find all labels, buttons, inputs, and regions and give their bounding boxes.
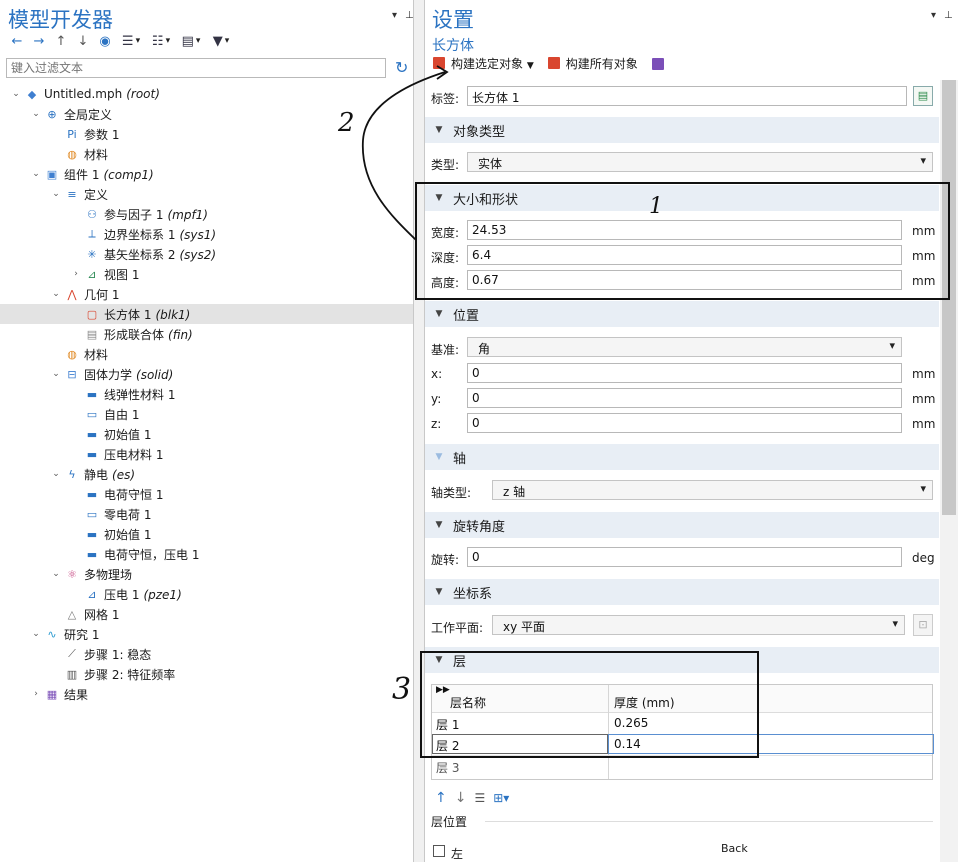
annotation-arrow: [362, 65, 449, 241]
